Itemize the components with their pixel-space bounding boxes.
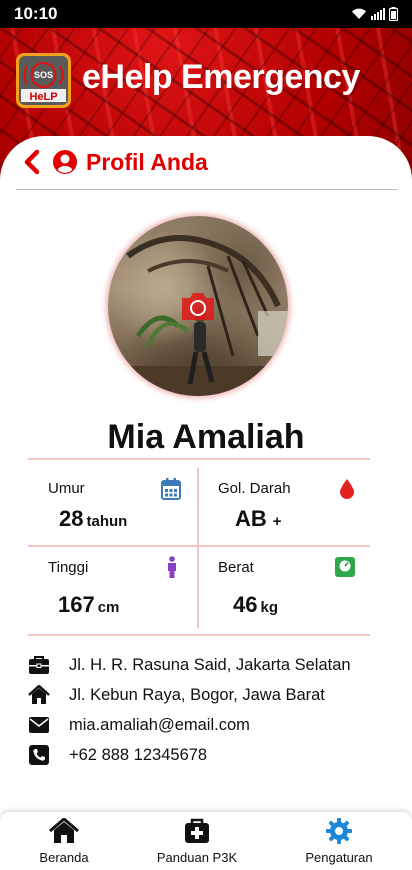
- weight-value: 46 kg: [233, 592, 278, 618]
- gear-icon: [326, 818, 352, 844]
- height-number: 167: [58, 592, 95, 617]
- weight-label: Berat: [218, 559, 254, 576]
- page-title: Profil Anda: [86, 148, 208, 175]
- office-address: Jl. H. R. Rasuna Said, Jakarta Selatan: [69, 655, 351, 674]
- height-value: 167 cm: [58, 592, 119, 618]
- age-number: 28: [59, 506, 84, 531]
- nav-panduan-p3k[interactable]: Panduan P3K: [137, 818, 257, 865]
- contact-home-row: Jl. Kebun Raya, Bogor, Jawa Barat: [28, 680, 388, 710]
- wifi-icon: [352, 8, 366, 19]
- weight-scale-icon: [335, 557, 355, 577]
- home-icon: [49, 818, 79, 843]
- header-divider: [16, 189, 397, 190]
- age-unit: tahun: [86, 513, 128, 530]
- home-address-icon: [28, 684, 50, 706]
- bottom-navigation: Beranda Panduan P3K Pengaturan: [0, 812, 412, 870]
- envelope-icon: [28, 714, 50, 736]
- back-button[interactable]: [22, 148, 46, 176]
- user-circle-icon: [53, 150, 77, 174]
- logo-text-top: SOS: [34, 70, 53, 80]
- stats-divider-top: [28, 458, 370, 460]
- battery-icon: [389, 7, 398, 21]
- stats-divider-bottom: [28, 634, 370, 636]
- contact-phone-row: +62 888 12345678: [28, 740, 388, 770]
- age-value: 28 tahun: [59, 506, 127, 532]
- app-logo: SOS HeLP: [16, 53, 71, 108]
- stats-divider-middle: [28, 545, 370, 547]
- blood-type-value: AB +: [235, 506, 282, 532]
- briefcase-icon: [28, 654, 50, 676]
- contact-email-row: mia.amaliah@email.com: [28, 710, 388, 740]
- blood-type-group: AB: [235, 506, 267, 531]
- height-label: Tinggi: [48, 559, 89, 576]
- sos-help-logo-icon: SOS HeLP: [21, 62, 66, 103]
- nav-panduan-label: Panduan P3K: [156, 850, 238, 865]
- blood-type-rhesus: +: [272, 513, 282, 530]
- profile-avatar[interactable]: [108, 216, 288, 396]
- nav-beranda-label: Beranda: [39, 850, 89, 865]
- chevron-left-icon: [24, 149, 40, 175]
- contact-list: Jl. H. R. Rasuna Said, Jakarta Selatan J…: [28, 650, 388, 770]
- home-address: Jl. Kebun Raya, Bogor, Jawa Barat: [69, 685, 325, 704]
- blood-type-label: Gol. Darah: [218, 480, 291, 497]
- nav-pengaturan[interactable]: Pengaturan: [279, 818, 399, 865]
- logo-text-bottom: HeLP: [29, 91, 57, 103]
- first-aid-kit-icon: [185, 818, 209, 843]
- weight-unit: kg: [260, 599, 278, 616]
- nav-pengaturan-label: Pengaturan: [305, 850, 373, 865]
- contact-office-row: Jl. H. R. Rasuna Said, Jakarta Selatan: [28, 650, 388, 680]
- profile-name: Mia Amaliah: [107, 418, 305, 456]
- stats-divider-vertical: [197, 468, 199, 628]
- calendar-icon: [161, 478, 181, 500]
- height-unit: cm: [97, 599, 120, 616]
- email-address: mia.amaliah@email.com: [69, 715, 250, 734]
- blood-drop-icon: [340, 479, 354, 499]
- person-standing-icon: [168, 556, 176, 578]
- weight-number: 46: [233, 592, 258, 617]
- page-topbar: Profil Anda: [22, 148, 208, 176]
- age-label: Umur: [48, 480, 85, 497]
- app-title: eHelp Emergency: [82, 58, 360, 96]
- status-time: 10:10: [14, 4, 58, 23]
- camera-icon[interactable]: [178, 288, 218, 324]
- phone-number: +62 888 12345678: [69, 745, 208, 764]
- health-stats-grid: Umur 28 tahun Gol. Darah AB + Tinggi 167 cm…: [28, 458, 370, 638]
- signal-icon: [371, 8, 385, 20]
- phone-icon: [28, 744, 50, 766]
- status-icons: [351, 7, 398, 21]
- status-bar: 10:10: [0, 0, 412, 28]
- nav-beranda[interactable]: Beranda: [4, 818, 124, 865]
